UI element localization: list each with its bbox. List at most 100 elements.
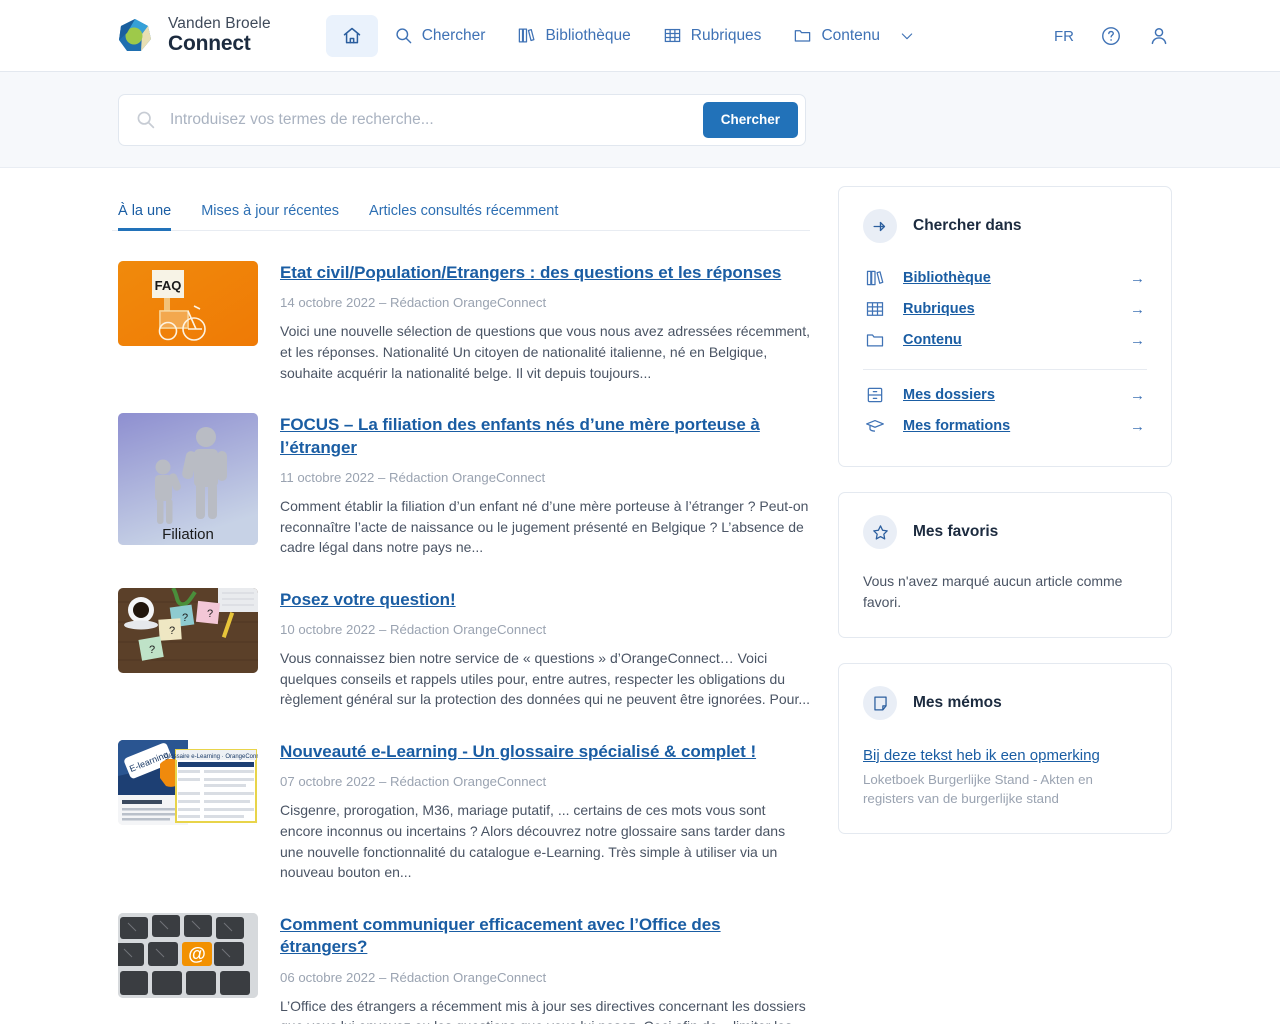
article-title-link[interactable]: FOCUS – La filiation des enfants nés d’u… bbox=[280, 414, 810, 459]
search-input[interactable] bbox=[157, 95, 703, 145]
article-excerpt: Voici une nouvelle sélection de question… bbox=[280, 321, 810, 383]
rail-link-label: Bibliothèque bbox=[903, 270, 1114, 286]
chevron-down-icon[interactable] bbox=[899, 28, 915, 44]
search-box[interactable]: Chercher bbox=[118, 94, 806, 146]
article-meta: 11 octobre 2022 – Rédaction OrangeConnec… bbox=[280, 470, 810, 485]
rail-link-mes-formations[interactable]: Mes formations → bbox=[863, 411, 1147, 442]
books-icon bbox=[863, 268, 887, 288]
folder-icon bbox=[863, 330, 887, 350]
home-icon bbox=[342, 26, 362, 46]
article-meta: 06 octobre 2022 – Rédaction OrangeConnec… bbox=[280, 970, 810, 985]
rail-link-label: Mes dossiers bbox=[903, 387, 1114, 403]
arrow-right-icon: → bbox=[1130, 387, 1147, 404]
graduation-cap-icon bbox=[863, 416, 887, 436]
svg-text:?: ? bbox=[207, 608, 213, 620]
vanden-broele-logo-icon bbox=[115, 16, 155, 56]
arrow-right-icon: → bbox=[1130, 270, 1147, 287]
article-title-link[interactable]: Etat civil/Population/Etrangers : des qu… bbox=[280, 262, 810, 284]
favorites-empty-text: Vous n'avez marqué aucun article comme f… bbox=[863, 571, 1147, 613]
user-icon[interactable] bbox=[1148, 25, 1170, 47]
search-icon bbox=[394, 26, 413, 45]
nav-item-bibliotheque[interactable]: Bibliothèque bbox=[501, 17, 646, 54]
list-item: Filiation FOCUS – La filiation des enfan… bbox=[118, 399, 810, 574]
search-in-links: Bibliothèque → Rubriques → bbox=[863, 263, 1147, 442]
tab-mises-a-jour-recentes[interactable]: Mises à jour récentes bbox=[201, 193, 339, 231]
card-mes-memos: Mes mémos Bij deze tekst heb ik een opme… bbox=[838, 663, 1172, 834]
grid-icon bbox=[863, 299, 887, 319]
nav-item-label: Rubriques bbox=[691, 27, 762, 45]
list-item: @ Comment communiquer efficacement avec … bbox=[118, 899, 810, 1024]
article-thumbnail[interactable]: E-learning Glossaire e-Learning · Orange… bbox=[118, 740, 258, 825]
article-thumbnail[interactable]: @ bbox=[118, 913, 258, 998]
brand-logo[interactable]: Vanden Broele Connect bbox=[115, 16, 271, 56]
search-submit-button[interactable]: Chercher bbox=[703, 102, 798, 138]
card-title: Mes favoris bbox=[913, 523, 998, 541]
divider bbox=[863, 369, 1147, 370]
nav-home-button[interactable] bbox=[326, 15, 378, 57]
arrow-right-circle-icon bbox=[863, 209, 897, 243]
article-title-link[interactable]: Nouveauté e-Learning - Un glossaire spéc… bbox=[280, 741, 810, 763]
card-title: Chercher dans bbox=[913, 217, 1022, 235]
svg-text:?: ? bbox=[182, 612, 188, 624]
grid-icon bbox=[663, 26, 682, 45]
article-title-link[interactable]: Comment communiquer efficacement avec l’… bbox=[280, 914, 810, 959]
arrow-right-icon: → bbox=[1130, 418, 1147, 435]
svg-text:Glossaire e-Learning · OrangeC: Glossaire e-Learning · OrangeConnect bbox=[164, 754, 258, 760]
article-thumbnail[interactable]: ? ? ? ? bbox=[118, 588, 258, 673]
note-icon bbox=[863, 686, 897, 720]
card-title: Mes mémos bbox=[913, 694, 1002, 712]
article-excerpt: Vous connaissez bien notre service de « … bbox=[280, 648, 810, 710]
nav-item-label: Bibliothèque bbox=[545, 27, 630, 45]
card-chercher-dans: Chercher dans Bibliothèque → bbox=[838, 186, 1172, 467]
memo-source: Loketboek Burgerlijke Stand - Akten en r… bbox=[863, 770, 1147, 810]
language-switch[interactable]: FR bbox=[1054, 28, 1074, 45]
memo-list: Bij deze tekst heb ik een opmerking Loke… bbox=[863, 746, 1147, 809]
article-tabs: À la une Mises à jour récentes Articles … bbox=[112, 193, 810, 231]
primary-nav: Chercher Bibliothèque Rubriques bbox=[326, 15, 931, 57]
folder-icon bbox=[793, 26, 812, 45]
rail-link-label: Rubriques bbox=[903, 301, 1114, 317]
help-circle-icon[interactable] bbox=[1100, 25, 1122, 47]
list-item: ? ? ? ? Posez votre question! 10 octobre… bbox=[118, 574, 810, 726]
drawer-icon bbox=[863, 385, 887, 405]
article-thumbnail[interactable]: FAQ bbox=[118, 261, 258, 346]
svg-text:?: ? bbox=[169, 625, 175, 637]
nav-item-rubriques[interactable]: Rubriques bbox=[647, 17, 778, 54]
article-title-link[interactable]: Posez votre question! bbox=[280, 589, 810, 611]
rail-link-mes-dossiers[interactable]: Mes dossiers → bbox=[863, 380, 1147, 411]
article-excerpt: Cisgenre, prorogation, M36, mariage puta… bbox=[280, 800, 810, 882]
article-meta: 07 octobre 2022 – Rédaction OrangeConnec… bbox=[280, 774, 810, 789]
card-mes-favoris: Mes favoris Vous n'avez marqué aucun art… bbox=[838, 492, 1172, 638]
tab-a-la-une[interactable]: À la une bbox=[118, 193, 171, 231]
article-excerpt: L’Office des étrangers a récemment mis à… bbox=[280, 996, 810, 1024]
svg-text:?: ? bbox=[149, 644, 155, 656]
rail-link-rubriques[interactable]: Rubriques → bbox=[863, 294, 1147, 325]
star-icon bbox=[863, 515, 897, 549]
article-meta: 10 octobre 2022 – Rédaction OrangeConnec… bbox=[280, 622, 810, 637]
nav-item-label: Contenu bbox=[821, 27, 880, 45]
rail-link-contenu[interactable]: Contenu → bbox=[863, 325, 1147, 356]
right-sidebar: Chercher dans Bibliothèque → bbox=[838, 168, 1172, 1024]
article-thumbnail[interactable]: Filiation bbox=[118, 413, 258, 545]
rail-link-bibliotheque[interactable]: Bibliothèque → bbox=[863, 263, 1147, 294]
top-navigation-bar: Vanden Broele Connect Chercher bbox=[0, 0, 1280, 72]
nav-item-chercher[interactable]: Chercher bbox=[378, 17, 502, 54]
article-excerpt: Comment établir la filiation d’un enfant… bbox=[280, 496, 810, 558]
main-column: À la une Mises à jour récentes Articles … bbox=[112, 168, 810, 1024]
nav-utilities: FR bbox=[1054, 0, 1170, 72]
arrow-right-icon: → bbox=[1130, 332, 1147, 349]
rail-link-label: Contenu bbox=[903, 332, 1114, 348]
search-icon bbox=[135, 109, 157, 130]
memo-link[interactable]: Bij deze tekst heb ik een opmerking bbox=[863, 746, 1147, 766]
list-item: FAQ Etat civil/Population/Etrangers : de… bbox=[118, 247, 810, 399]
tab-articles-consultes-recemment[interactable]: Articles consultés récemment bbox=[369, 193, 558, 231]
svg-text:@: @ bbox=[188, 944, 206, 964]
page-body: À la une Mises à jour récentes Articles … bbox=[0, 168, 1280, 1024]
arrow-right-icon: → bbox=[1130, 301, 1147, 318]
svg-text:FAQ: FAQ bbox=[155, 278, 182, 293]
list-item: E-learning Glossaire e-Learning · Orange… bbox=[118, 726, 810, 899]
rail-link-label: Mes formations bbox=[903, 418, 1114, 434]
nav-item-contenu[interactable]: Contenu bbox=[777, 17, 931, 54]
article-meta: 14 octobre 2022 – Rédaction OrangeConnec… bbox=[280, 295, 810, 310]
brand-line-1: Vanden Broele bbox=[168, 15, 271, 32]
